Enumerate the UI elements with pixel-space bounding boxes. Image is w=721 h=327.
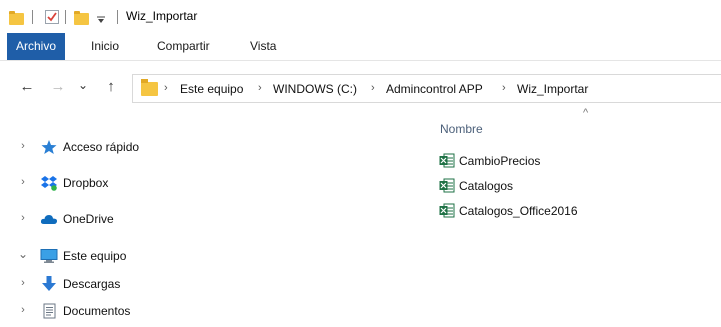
computer-icon [40,249,58,263]
excel-file-icon [439,153,455,168]
document-icon [43,303,56,319]
chevron-right-icon: › [502,82,506,94]
excel-file-icon [439,178,455,193]
chevron-right-icon[interactable]: › [17,176,29,188]
star-icon [41,140,57,154]
breadcrumb-wiz-importar[interactable]: Wiz_Importar [517,82,588,96]
toolbar-separator [32,10,33,24]
title-bar: Wiz_Importar [0,0,721,33]
nav-label: Acceso rápido [63,140,140,154]
chevron-right-icon[interactable]: › [17,212,29,224]
chevron-right-icon: › [258,82,262,94]
file-name: CambioPrecios [459,154,541,168]
chevron-right-icon: › [164,82,168,94]
properties-check-icon[interactable] [44,9,60,25]
file-name: Catalogos_Office2016 [459,204,578,218]
list-item[interactable]: Catalogos_Office2016 [436,201,716,221]
nav-item-onedrive[interactable]: › OneDrive [0,208,400,232]
window-title: Wiz_Importar [126,9,198,23]
back-button[interactable]: ← [18,79,36,95]
chevron-right-icon[interactable]: › [17,277,29,289]
chevron-down-icon[interactable]: ⌄ [17,247,29,261]
file-list: ^ Nombre CambioPrecios Catalogos Catalog… [430,104,721,327]
nav-label: Descargas [63,277,121,291]
toolbar-separator [117,10,118,24]
column-header-nombre[interactable]: Nombre [440,122,483,136]
nav-item-documentos[interactable]: › Documentos [0,300,400,324]
breadcrumb-admincontrol-app[interactable]: Admincontrol APP [386,82,483,96]
chevron-right-icon[interactable]: › [17,140,29,152]
excel-file-icon [439,203,455,218]
list-item[interactable]: CambioPrecios [436,151,716,171]
nav-item-descargas[interactable]: › Descargas [0,273,400,297]
folder-icon [141,79,158,96]
toolbar-separator [65,10,66,24]
nav-item-acceso-rapido[interactable]: › Acceso rápido [0,136,400,160]
nav-label: Documentos [63,304,131,318]
download-arrow-icon [42,276,56,291]
address-row: ← → ⌄ ↑ › Este equipo › WINDOWS (C:) › A… [0,72,721,104]
address-bar[interactable]: › Este equipo › WINDOWS (C:) › Admincont… [132,74,721,103]
tab-inicio[interactable]: Inicio [82,33,128,60]
dropbox-icon [41,176,57,191]
cloud-icon [40,215,58,224]
tab-archivo[interactable]: Archivo [7,33,66,60]
chevron-right-icon: › [371,82,375,94]
up-button[interactable]: ↑ [102,79,120,95]
file-name: Catalogos [459,179,514,193]
sort-ascending-icon: ^ [583,107,589,119]
new-folder-icon[interactable] [74,11,89,25]
recent-locations-button[interactable]: ⌄ [74,77,92,93]
forward-button[interactable]: → [49,79,67,95]
tab-compartir[interactable]: Compartir [148,33,219,60]
nav-item-este-equipo[interactable]: ⌄ Este equipo [0,245,400,269]
list-item[interactable]: Catalogos [436,176,716,196]
nav-item-dropbox[interactable]: › Dropbox [0,172,400,196]
nav-label: OneDrive [63,212,114,226]
nav-label: Dropbox [63,176,109,190]
ribbon-tabs: Archivo Inicio Compartir Vista [0,33,721,61]
breadcrumb-windows-c[interactable]: WINDOWS (C:) [273,82,357,96]
breadcrumb-este-equipo[interactable]: Este equipo [180,82,243,96]
tab-vista[interactable]: Vista [241,33,285,60]
nav-label: Este equipo [63,249,127,263]
navigation-pane: › Acceso rápido › Dropbox › OneDrive ⌄ E… [0,110,420,327]
chevron-right-icon[interactable]: › [17,304,29,316]
customize-dropdown-icon[interactable] [96,12,106,28]
folder-icon[interactable] [9,11,24,25]
